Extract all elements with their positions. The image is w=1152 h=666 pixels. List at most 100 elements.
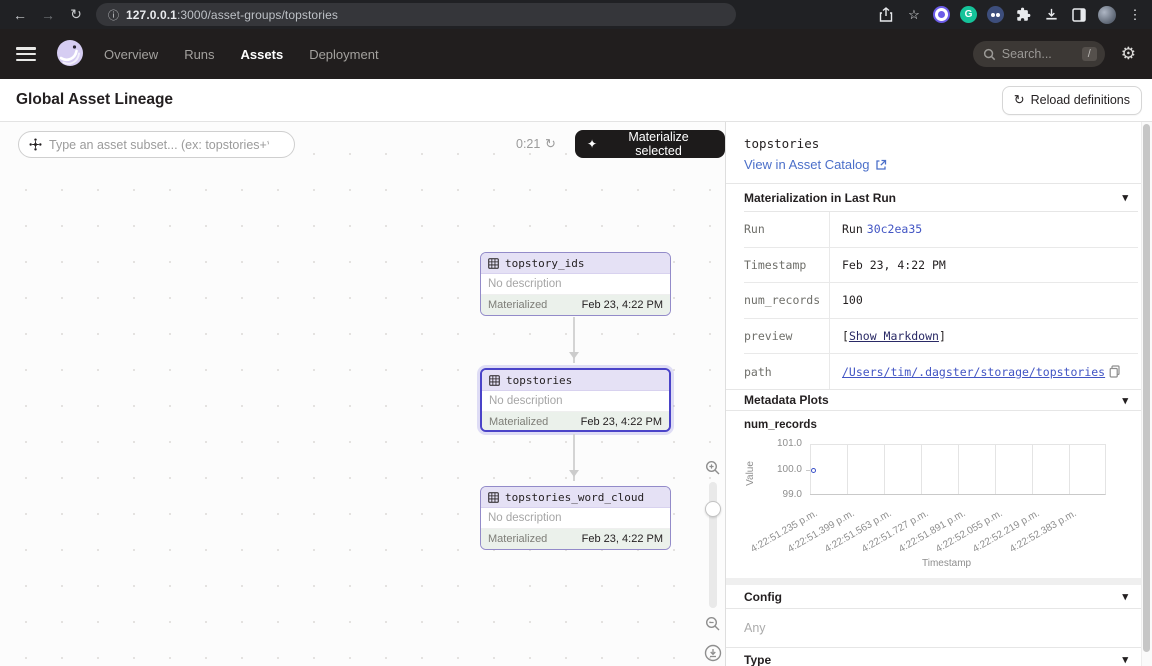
collapse-caret-icon[interactable]: ▾ [1122, 394, 1128, 407]
section-materialization-header[interactable]: Materialization in Last Run ▾ [726, 183, 1142, 211]
nav-item-overview[interactable]: Overview [104, 47, 158, 62]
table-icon [488, 492, 499, 503]
metadata-row-num-records: num_records 100 [744, 283, 1138, 319]
browser-profile-avatar[interactable] [1098, 6, 1116, 24]
num-records-chart: Value 101.0 100.0 99.0 4:22:51.235 p.m. … [744, 434, 1138, 576]
y-tick: 101.0 [762, 438, 802, 449]
url-text: 127.0.0.1:3000/asset-groups/topstories [126, 8, 338, 22]
nav-item-runs[interactable]: Runs [184, 47, 214, 62]
section-label: Config [744, 590, 782, 604]
asset-node-description: No description [481, 508, 670, 529]
search-input[interactable] [1002, 47, 1076, 61]
view-in-asset-catalog-link[interactable]: View in Asset Catalog [744, 157, 887, 172]
refresh-countdown: 0:21 [516, 137, 540, 151]
show-markdown-link[interactable]: Show Markdown [849, 329, 939, 343]
path-link[interactable]: /Users/tim/.dagster/storage/topstories [842, 365, 1105, 379]
address-bar[interactable]: ⓘ 127.0.0.1:3000/asset-groups/topstories [96, 3, 736, 26]
asset-node-timestamp: Feb 23, 4:22 PM [582, 299, 663, 311]
external-link-icon [875, 159, 887, 171]
hamburger-menu-icon[interactable] [16, 47, 36, 61]
back-icon[interactable]: ← [8, 3, 32, 27]
asset-node-timestamp: Feb 23, 4:22 PM [582, 533, 663, 545]
zoom-to-fit-icon[interactable] [704, 644, 722, 662]
global-search[interactable]: / [973, 41, 1105, 67]
asset-node-status: Materialized [488, 299, 547, 311]
metadata-row-preview: preview [Show Markdown] [744, 319, 1138, 355]
asset-node-status: Materialized [488, 533, 547, 545]
zoom-out-icon[interactable] [705, 616, 721, 632]
catalog-link-label: View in Asset Catalog [744, 157, 870, 172]
site-info-icon[interactable]: ⓘ [108, 7, 119, 23]
app-root: ← → ↻ ⓘ 127.0.0.1:3000/asset-groups/tops… [0, 0, 1152, 666]
extension-grammarly-icon[interactable]: G [960, 6, 977, 23]
asset-detail-panel: topstories View in Asset Catalog Materia… [726, 122, 1152, 666]
reload-definitions-label: Reload definitions [1031, 93, 1130, 107]
materialize-sparkle-icon: ✦ [587, 137, 597, 151]
materialize-selected-button[interactable]: ✦ Materialize selected [575, 130, 725, 158]
asset-node-timestamp: Feb 23, 4:22 PM [581, 416, 662, 428]
bookmark-star-icon[interactable]: ☆ [905, 6, 923, 24]
collapse-caret-icon[interactable]: ▾ [1122, 191, 1128, 204]
page-header: Global Asset Lineage ↻ Reload definition… [0, 79, 1152, 122]
reload-definitions-button[interactable]: ↻ Reload definitions [1002, 86, 1142, 115]
share-icon[interactable] [877, 6, 895, 24]
config-value: Any [744, 621, 766, 635]
asset-node-description: No description [482, 391, 669, 412]
metadata-key: num_records [744, 283, 830, 318]
browser-menu-kebab-icon[interactable]: ⋮ [1126, 6, 1144, 24]
bracket: [ [842, 329, 849, 343]
section-label: Materialization in Last Run [744, 191, 896, 205]
nav-item-deployment[interactable]: Deployment [309, 47, 378, 62]
browser-chrome: ← → ↻ ⓘ 127.0.0.1:3000/asset-groups/tops… [0, 0, 1152, 29]
asset-subset-input[interactable] [49, 138, 269, 152]
asset-node-status: Materialized [489, 416, 548, 428]
extension-clock-icon[interactable] [933, 6, 950, 23]
metadata-key: Run [744, 212, 830, 247]
asset-lineage-graph[interactable]: 0:21 ↻ ✦ Materialize selected topstory_i… [0, 122, 726, 666]
metadata-value: 100 [830, 293, 875, 307]
run-id-link[interactable]: 30c2ea35 [867, 222, 922, 236]
forward-icon[interactable]: → [36, 3, 60, 27]
downloads-icon[interactable] [1042, 6, 1060, 24]
asset-node-topstory-ids[interactable]: topstory_ids No description Materialized… [480, 252, 671, 316]
chart-y-axis-label: Value [745, 461, 756, 486]
panel-divider-band [726, 578, 1142, 585]
table-icon [488, 258, 499, 269]
search-icon [983, 48, 996, 61]
graph-refresh-icon[interactable]: ↻ [545, 136, 556, 152]
extensions-puzzle-icon[interactable] [1014, 6, 1032, 24]
metadata-key: path [744, 354, 830, 389]
section-type-header[interactable]: Type ▾ [726, 647, 1142, 666]
sidebar-square-icon[interactable] [1070, 6, 1088, 24]
chart-plot-area [810, 444, 1106, 495]
data-point[interactable] [811, 468, 816, 473]
section-config-header[interactable]: Config ▾ [726, 585, 1142, 609]
metadata-row-path: path /Users/tim/.dagster/storage/topstor… [744, 354, 1138, 390]
metadata-key: Timestamp [744, 248, 830, 283]
collapse-caret-icon[interactable]: ▾ [1122, 590, 1128, 603]
panel-scrollbar-thumb[interactable] [1143, 124, 1150, 652]
copy-path-icon[interactable] [1109, 365, 1121, 378]
app-nav-bar: Overview Runs Assets Deployment / ⚙ [0, 29, 1152, 79]
asset-subset-filter[interactable] [18, 131, 295, 158]
plot-title: num_records [744, 419, 817, 431]
zoom-slider-thumb[interactable] [705, 501, 721, 517]
zoom-in-icon[interactable] [705, 460, 721, 476]
extension-glasses-icon[interactable] [987, 6, 1004, 23]
metadata-row-timestamp: Timestamp Feb 23, 4:22 PM [744, 248, 1138, 284]
dagster-logo[interactable] [54, 38, 86, 70]
metadata-table: Run Run 30c2ea35 Timestamp Feb 23, 4:22 … [744, 211, 1138, 390]
collapse-caret-icon[interactable]: ▾ [1122, 653, 1128, 666]
settings-gear-icon[interactable]: ⚙ [1121, 44, 1136, 64]
asset-node-name: topstories_word_cloud [505, 491, 644, 504]
asset-node-name: topstories [506, 374, 572, 387]
asset-node-topstories-word-cloud[interactable]: topstories_word_cloud No description Mat… [480, 486, 671, 550]
asset-node-description: No description [481, 274, 670, 295]
panel-scrollbar[interactable] [1141, 122, 1152, 666]
section-label: Type [744, 653, 771, 666]
asset-node-topstories[interactable]: topstories No description Materialized F… [480, 368, 671, 432]
section-metadata-plots-header[interactable]: Metadata Plots ▾ [726, 389, 1142, 411]
nav-item-assets[interactable]: Assets [241, 47, 284, 62]
url-path: :3000/asset-groups/topstories [177, 8, 338, 22]
reload-page-icon[interactable]: ↻ [64, 3, 88, 27]
